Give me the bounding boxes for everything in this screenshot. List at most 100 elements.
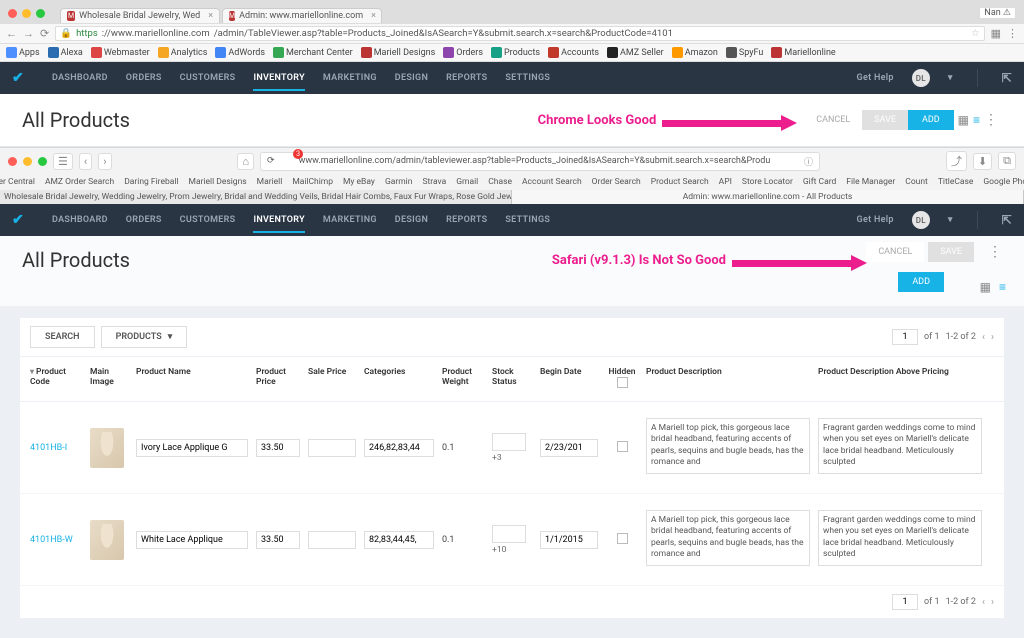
sale-input[interactable] xyxy=(308,439,356,457)
bookmark-item[interactable]: Garmin xyxy=(385,177,413,187)
nav-marketing[interactable]: MARKETING xyxy=(323,215,377,225)
page-next-icon[interactable]: › xyxy=(991,332,994,343)
save-button[interactable]: SAVE xyxy=(928,242,974,262)
bookmark-item[interactable]: Amazon xyxy=(672,47,718,58)
add-button[interactable]: ADD xyxy=(908,110,954,130)
more-menu-icon[interactable]: ⋮ xyxy=(984,244,1006,260)
chrome-tab[interactable]: M Wholesale Bridal Jewelry, Wed × xyxy=(60,8,220,23)
bookmark-item[interactable]: Gmail xyxy=(456,177,478,187)
col-hidden[interactable]: Hidden xyxy=(602,367,642,391)
name-input[interactable] xyxy=(136,439,248,457)
bookmark-item[interactable]: Webmaster xyxy=(91,47,150,58)
bookmark-item[interactable]: Account Search xyxy=(522,177,582,187)
back-icon[interactable]: ← xyxy=(6,27,17,40)
price-input[interactable] xyxy=(256,439,300,457)
window-close-dot[interactable] xyxy=(8,157,17,166)
page-prev-icon[interactable]: ‹ xyxy=(982,597,985,608)
description-textarea[interactable] xyxy=(646,418,810,474)
bookmark-item[interactable]: Analytics xyxy=(158,47,208,58)
menu-icon[interactable]: ⋮ xyxy=(1007,27,1018,40)
begin-date-input[interactable] xyxy=(540,439,598,457)
more-menu-icon[interactable]: ⋮ xyxy=(980,112,1002,128)
bookmark-item[interactable]: Mariell xyxy=(257,177,283,187)
reload-icon[interactable]: ⟳ xyxy=(40,27,49,40)
bookmark-item[interactable]: Seller Central xyxy=(0,177,35,187)
nav-settings[interactable]: SETTINGS xyxy=(505,73,550,83)
nav-dashboard[interactable]: DASHBOARD xyxy=(52,215,108,225)
nav-marketing[interactable]: MARKETING xyxy=(323,73,377,83)
page-input[interactable] xyxy=(892,594,918,610)
app-logo-icon[interactable]: ✔ xyxy=(12,212,24,228)
share-icon[interactable]: ⤴ xyxy=(946,151,967,171)
add-button[interactable]: ADD xyxy=(898,272,944,292)
chrome-tab[interactable]: M Admin: www.mariellonline.com × xyxy=(222,8,382,23)
external-link-icon[interactable]: ⇱ xyxy=(1002,71,1012,85)
extensions-icon[interactable]: ▦ xyxy=(991,27,1001,40)
price-input[interactable] xyxy=(256,531,300,549)
bookmark-item[interactable]: Products xyxy=(491,47,540,58)
window-max-dot[interactable] xyxy=(38,157,47,166)
bookmark-item[interactable]: Merchant Center xyxy=(273,47,353,58)
tab-close-icon[interactable]: × xyxy=(371,11,376,21)
forward-icon[interactable]: › xyxy=(98,153,111,170)
hidden-checkbox[interactable] xyxy=(617,533,628,544)
page-next-icon[interactable]: › xyxy=(991,597,994,608)
nav-reports[interactable]: REPORTS xyxy=(446,73,487,83)
forward-icon[interactable]: → xyxy=(23,27,34,40)
bookmark-item[interactable]: Accounts xyxy=(548,47,599,58)
reader-icon[interactable]: ⌂ xyxy=(237,153,254,170)
bookmark-item[interactable]: AdWords xyxy=(215,47,265,58)
sidebar-icon[interactable]: ☰ xyxy=(53,153,73,170)
window-max-dot[interactable] xyxy=(36,9,45,18)
col-product-code[interactable]: Product Code xyxy=(26,367,86,391)
nav-dashboard[interactable]: DASHBOARD xyxy=(52,73,108,83)
hidden-checkbox[interactable] xyxy=(617,441,628,452)
cell-main-image[interactable] xyxy=(86,428,132,468)
cancel-button[interactable]: CANCEL xyxy=(804,110,862,130)
nav-settings[interactable]: SETTINGS xyxy=(505,215,550,225)
col-product-weight[interactable]: Product Weight xyxy=(438,367,488,391)
safari-tab[interactable]: Wholesale Bridal Jewelry, Wedding Jewelr… xyxy=(0,190,512,204)
categories-input[interactable] xyxy=(364,531,434,549)
bookmark-item[interactable]: Mariell Designs xyxy=(361,47,436,58)
bookmark-item[interactable]: Chase xyxy=(488,177,512,187)
cancel-button[interactable]: CANCEL xyxy=(866,242,924,262)
col-sale-price[interactable]: Sale Price xyxy=(304,367,360,391)
bookmark-item[interactable]: File Manager xyxy=(846,177,895,187)
col-product-name[interactable]: Product Name xyxy=(132,367,252,391)
window-min-dot[interactable] xyxy=(23,157,32,166)
tabs-icon[interactable]: ⧉ xyxy=(998,152,1016,170)
nav-orders[interactable]: ORDERS xyxy=(126,215,162,225)
grid-view-icon[interactable]: ▦ xyxy=(958,113,969,127)
chevron-down-icon[interactable]: ▾ xyxy=(948,215,953,225)
nav-reports[interactable]: REPORTS xyxy=(446,215,487,225)
description-above-textarea[interactable] xyxy=(818,510,982,566)
col-main-image[interactable]: Main Image xyxy=(86,367,132,391)
col-categories[interactable]: Categories xyxy=(360,367,438,391)
external-link-icon[interactable]: ⇱ xyxy=(1002,213,1012,227)
description-textarea[interactable] xyxy=(646,510,810,566)
user-avatar[interactable]: DL xyxy=(912,211,930,229)
bookmark-item[interactable]: Alexa xyxy=(48,47,83,58)
bookmark-item[interactable]: Gift Card xyxy=(803,177,836,187)
bookmark-item[interactable]: Apps xyxy=(6,47,40,58)
page-input[interactable] xyxy=(892,329,918,345)
back-icon[interactable]: ‹ xyxy=(79,153,92,170)
save-button[interactable]: SAVE xyxy=(862,110,908,130)
reader-mode-icon[interactable]: ⓘ xyxy=(804,155,813,168)
bookmark-item[interactable]: My eBay xyxy=(343,177,375,187)
safari-address-bar[interactable]: ⟳ 3 www.mariellonline.com/admin/tablevie… xyxy=(260,152,820,171)
get-help-link[interactable]: Get Help xyxy=(857,73,894,83)
bookmark-item[interactable]: Count xyxy=(905,177,928,187)
col-description[interactable]: Product Description xyxy=(642,367,814,391)
sale-input[interactable] xyxy=(308,531,356,549)
nav-orders[interactable]: ORDERS xyxy=(126,73,162,83)
products-dropdown[interactable]: PRODUCTS▾ xyxy=(101,326,188,348)
nav-inventory[interactable]: INVENTORY xyxy=(253,73,304,91)
bookmark-item[interactable]: Mariell Designs xyxy=(189,177,247,187)
bookmark-item[interactable]: Order Search xyxy=(592,177,641,187)
window-min-dot[interactable] xyxy=(22,9,31,18)
user-avatar[interactable]: DL xyxy=(912,69,930,87)
safari-tab[interactable]: Admin: www.mariellonline.com - All Produ… xyxy=(512,190,1024,204)
bookmark-item[interactable]: SpyFu xyxy=(726,47,763,58)
